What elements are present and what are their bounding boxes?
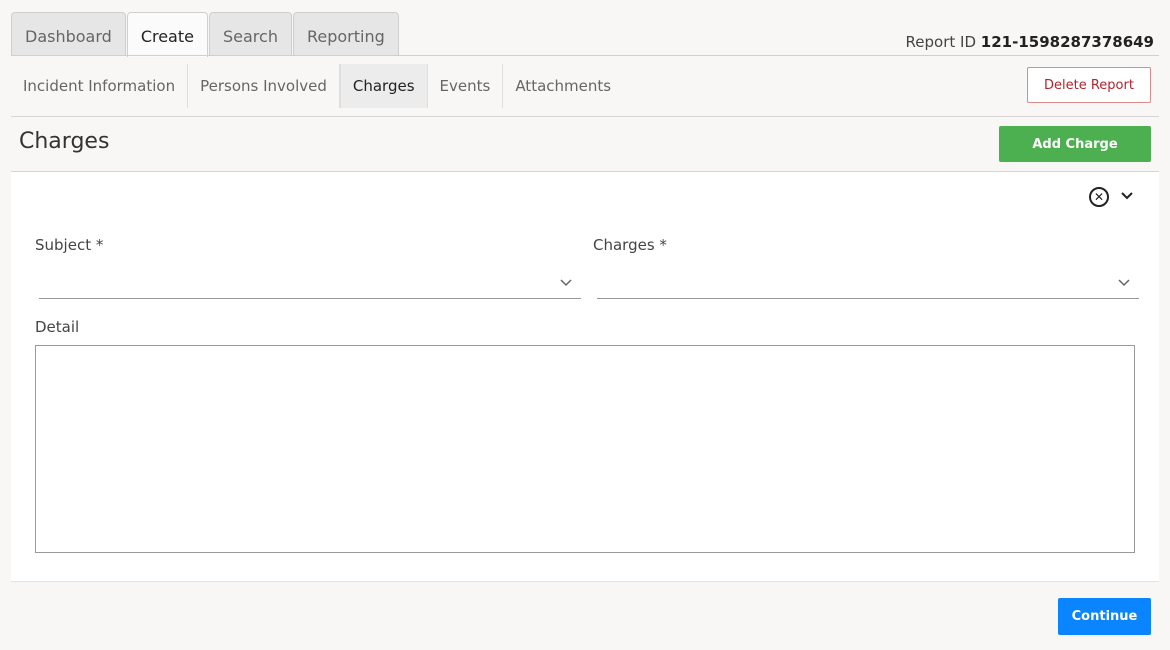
report-id-label: Report ID	[905, 33, 976, 51]
top-tabs: Dashboard Create Search Reporting	[11, 12, 400, 57]
continue-button[interactable]: Continue	[1058, 598, 1151, 635]
divider	[11, 116, 1159, 117]
tab-create[interactable]: Create	[126, 12, 208, 57]
report-id: Report ID 121-1598287378649	[906, 33, 1154, 51]
subtab-attachments[interactable]: Attachments	[503, 64, 623, 108]
detail-textarea[interactable]	[35, 345, 1135, 553]
detail-label: Detail	[35, 318, 80, 336]
charge-card: ✕ Subject * Charges * Detail	[11, 172, 1159, 582]
report-id-value: 121-1598287378649	[980, 33, 1154, 51]
top-divider	[11, 55, 1159, 56]
subject-select[interactable]	[39, 267, 581, 299]
close-circle-icon[interactable]: ✕	[1089, 187, 1109, 207]
tab-search[interactable]: Search	[208, 12, 292, 56]
chevron-down-icon	[1118, 279, 1130, 287]
sub-tabs: Incident Information Persons Involved Ch…	[11, 64, 623, 108]
page-title: Charges	[19, 129, 110, 154]
tab-dashboard[interactable]: Dashboard	[11, 12, 126, 56]
tab-reporting[interactable]: Reporting	[292, 12, 399, 56]
subtab-persons-involved[interactable]: Persons Involved	[188, 64, 340, 108]
add-charge-button[interactable]: Add Charge	[999, 126, 1151, 162]
subtab-incident-information[interactable]: Incident Information	[11, 64, 189, 108]
charges-label: Charges *	[593, 236, 667, 254]
subtab-charges[interactable]: Charges	[339, 64, 428, 108]
chevron-down-icon[interactable]	[1120, 189, 1134, 203]
delete-report-button[interactable]: Delete Report	[1027, 67, 1151, 103]
charges-select[interactable]	[597, 267, 1139, 299]
page: Dashboard Create Search Reporting Report…	[0, 0, 1170, 650]
subtab-events[interactable]: Events	[428, 64, 504, 108]
subject-label: Subject *	[35, 236, 104, 254]
chevron-down-icon	[560, 279, 572, 287]
